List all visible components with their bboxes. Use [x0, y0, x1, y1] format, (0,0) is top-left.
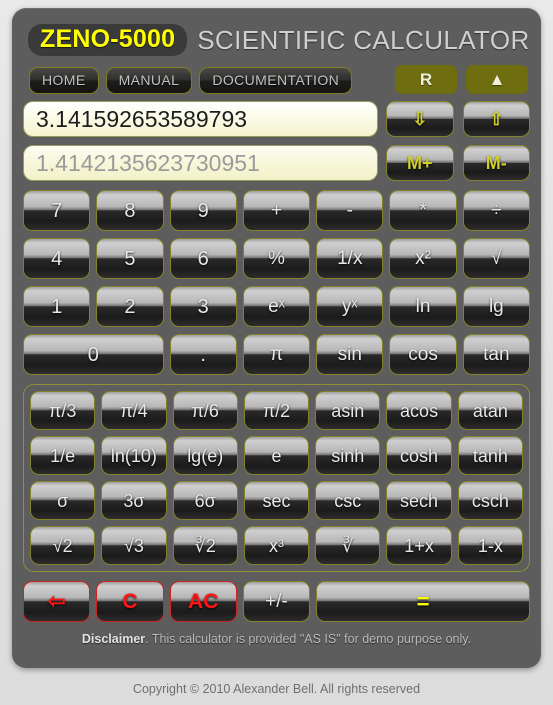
key-6[interactable]: 6	[169, 238, 237, 279]
all-clear-button[interactable]: AC	[169, 581, 237, 622]
scroll-up-button[interactable]: ▲	[466, 65, 528, 94]
calculator-body: ZENO-5000 SCIENTIFIC CALCULATOR HOME MANU…	[12, 8, 541, 668]
key-3[interactable]: 3	[169, 286, 237, 327]
key-cbrt-2[interactable]: ∛2	[172, 526, 238, 565]
key-pi-over-3[interactable]: π/3	[30, 391, 96, 430]
key-power[interactable]: yˣ	[316, 286, 384, 327]
memory-add-button[interactable]: M+	[386, 145, 454, 181]
key-sqrt-3[interactable]: √3	[101, 526, 167, 565]
key-add[interactable]: +	[242, 190, 311, 231]
key-cbrt[interactable]: ∛	[315, 526, 381, 565]
key-cube[interactable]: x³	[243, 526, 310, 565]
key-lg-e[interactable]: lg(e)	[172, 436, 238, 475]
key-sigma[interactable]: σ	[30, 481, 96, 520]
key-divide[interactable]: ÷	[462, 190, 530, 231]
key-csch[interactable]: csch	[457, 481, 523, 520]
key-cosh[interactable]: cosh	[386, 436, 452, 475]
key-exp[interactable]: eˣ	[242, 286, 311, 327]
key-tan[interactable]: tan	[462, 334, 530, 375]
key-2[interactable]: 2	[96, 286, 164, 327]
copyright-notice: Copyright © 2010 Alexander Bell. All rig…	[132, 682, 421, 696]
key-square[interactable]: x²	[389, 238, 457, 279]
header: ZENO-5000 SCIENTIFIC CALCULATOR	[23, 18, 530, 62]
nav-item-manual[interactable]: MANUAL	[105, 66, 193, 94]
clear-button[interactable]: C	[96, 581, 164, 622]
key-ln-10[interactable]: ln(10)	[101, 436, 167, 475]
key-1[interactable]: 1	[23, 286, 91, 327]
key-0[interactable]: 0	[23, 334, 164, 375]
display-stack: 3.141592653589793 1.4142135623730951	[23, 101, 378, 181]
nav-item-documentation[interactable]: DOCUMENTATION	[199, 66, 353, 94]
key-pi-over-2[interactable]: π/2	[243, 391, 310, 430]
memory-recall-down-button[interactable]: ⇩	[386, 101, 454, 137]
key-lg[interactable]: lg	[462, 286, 530, 327]
key-atan[interactable]: atan	[457, 391, 523, 430]
key-pi-over-4[interactable]: π/4	[101, 391, 167, 430]
key-sqrt-2[interactable]: √2	[30, 526, 96, 565]
sign-toggle-button[interactable]: +/-	[242, 581, 311, 622]
key-3-sigma[interactable]: 3σ	[101, 481, 167, 520]
key-sinh[interactable]: sinh	[315, 436, 381, 475]
key-one-minus-x[interactable]: 1-x	[457, 526, 523, 565]
brand-logo: ZENO-5000	[28, 24, 188, 56]
page-title: SCIENTIFIC CALCULATOR	[197, 24, 530, 55]
key-ln[interactable]: ln	[389, 286, 457, 327]
action-keypad: ⇦ C AC +/- =	[23, 581, 530, 622]
key-sech[interactable]: sech	[386, 481, 452, 520]
key-pi-over-6[interactable]: π/6	[172, 391, 238, 430]
key-subtract[interactable]: -	[316, 190, 384, 231]
nav-item-home[interactable]: HOME	[29, 66, 99, 94]
nav-items: HOME MANUAL DOCUMENTATION	[29, 66, 359, 94]
key-9[interactable]: 9	[169, 190, 237, 231]
memory-subtract-button[interactable]: M-	[462, 145, 530, 181]
key-tanh[interactable]: tanh	[457, 436, 523, 475]
disclaimer: Disclaimer. This calculator is provided …	[23, 632, 530, 646]
nav-bar: HOME MANUAL DOCUMENTATION R ▲	[23, 62, 530, 98]
memory-store-up-button[interactable]: ⇧	[462, 101, 530, 137]
calculator-app: ZENO-5000 SCIENTIFIC CALCULATOR HOME MANU…	[0, 0, 553, 705]
primary-display[interactable]: 3.141592653589793	[23, 101, 378, 137]
key-one-over-e[interactable]: 1/e	[30, 436, 96, 475]
radix-button[interactable]: R	[395, 65, 457, 94]
backspace-button[interactable]: ⇦	[23, 581, 91, 622]
key-5[interactable]: 5	[96, 238, 164, 279]
key-sin[interactable]: sin	[316, 334, 384, 375]
key-decimal[interactable]: .	[169, 334, 237, 375]
scientific-keypad: π/3 π/4 π/6 π/2 asin acos atan 1/e ln(10) lg(e) e s…	[23, 384, 530, 572]
secondary-display[interactable]: 1.4142135623730951	[23, 145, 378, 181]
key-pi[interactable]: π	[242, 334, 311, 375]
key-6-sigma[interactable]: 6σ	[172, 481, 238, 520]
key-sec[interactable]: sec	[243, 481, 310, 520]
disclaimer-text: . This calculator is provided "AS IS" fo…	[145, 632, 472, 646]
equals-button[interactable]: =	[316, 581, 530, 622]
memory-keys: ⇩ ⇧ M+ M-	[386, 101, 530, 181]
key-multiply[interactable]: *	[389, 190, 457, 231]
key-asin[interactable]: asin	[315, 391, 381, 430]
key-sqrt[interactable]: √	[462, 238, 530, 279]
key-acos[interactable]: acos	[386, 391, 452, 430]
display-area: 3.141592653589793 1.4142135623730951 ⇩ ⇧ M…	[23, 101, 530, 181]
key-4[interactable]: 4	[23, 238, 91, 279]
key-7[interactable]: 7	[23, 190, 91, 231]
key-cos[interactable]: cos	[389, 334, 457, 375]
key-8[interactable]: 8	[96, 190, 164, 231]
key-percent[interactable]: %	[242, 238, 311, 279]
top-right-controls: R ▲	[386, 65, 528, 94]
key-e[interactable]: e	[243, 436, 310, 475]
key-csc[interactable]: csc	[315, 481, 381, 520]
key-reciprocal[interactable]: 1/x	[316, 238, 384, 279]
key-one-plus-x[interactable]: 1+x	[386, 526, 452, 565]
disclaimer-label: Disclaimer	[81, 632, 146, 646]
main-keypad: 7 8 9 + - * ÷ 4 5 6% 1/x x² √ 1 2 3 eˣ yˣ ln lg 0. π sin cos tan	[23, 190, 530, 375]
